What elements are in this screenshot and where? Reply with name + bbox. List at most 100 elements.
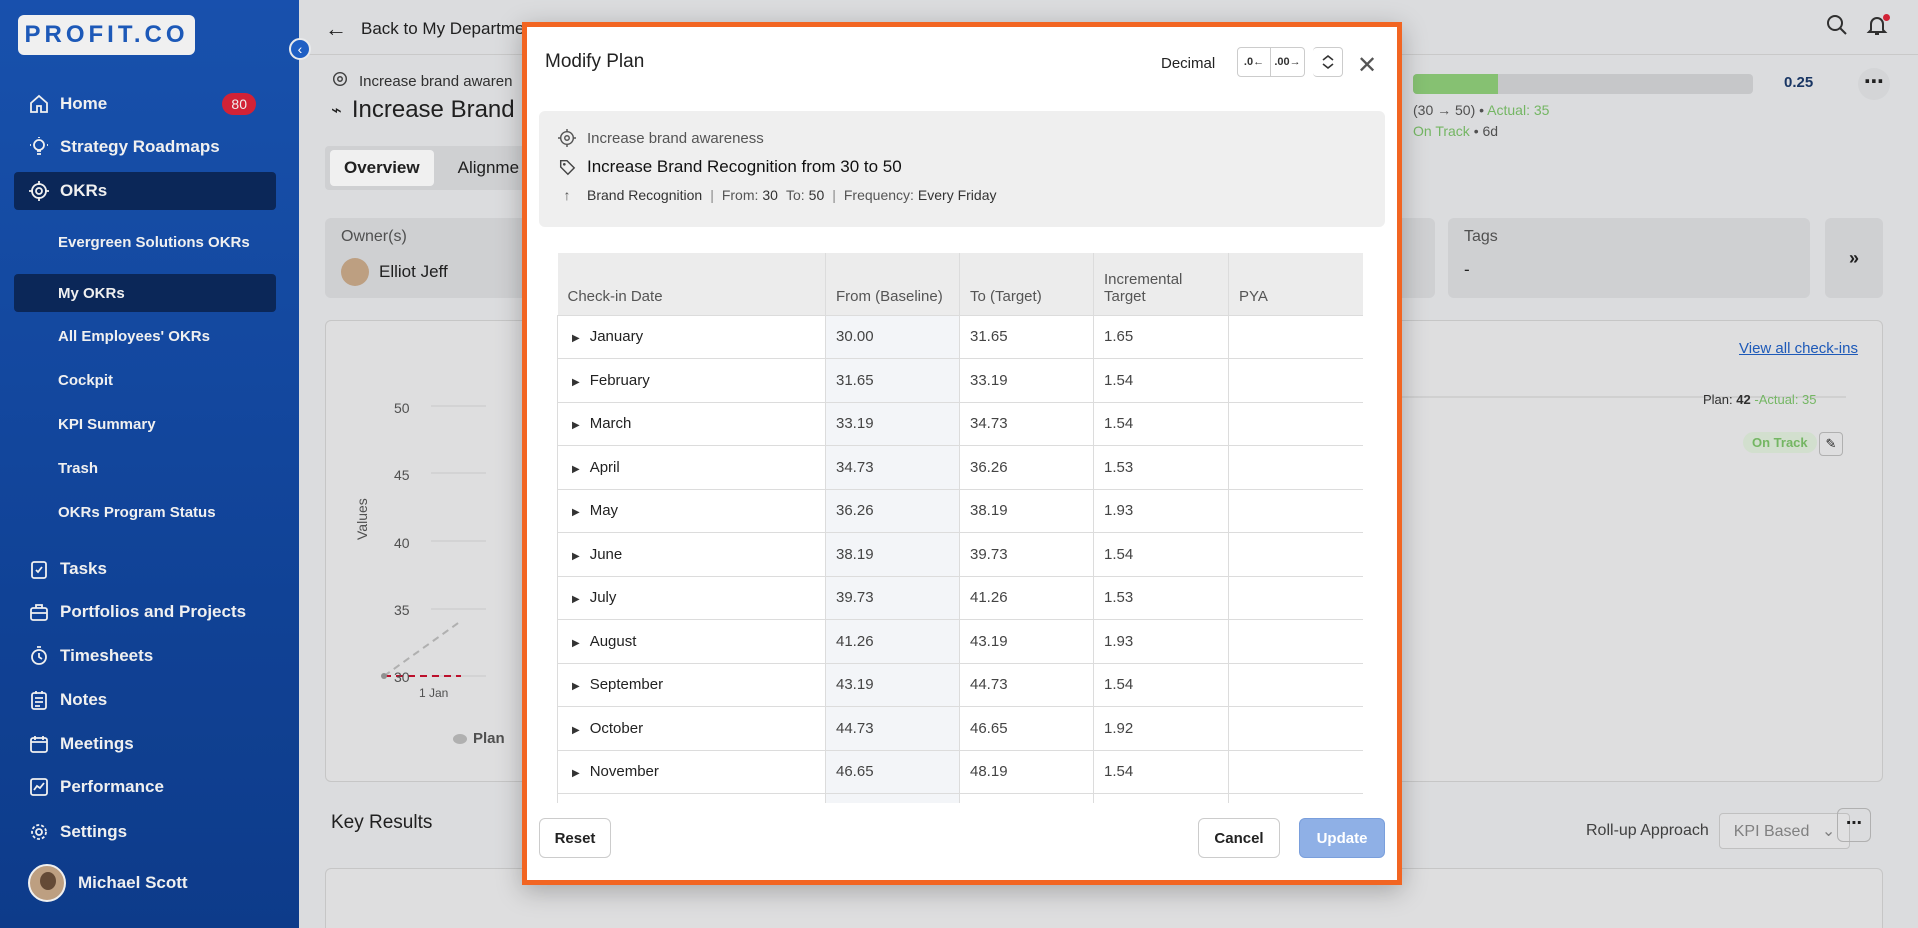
column-header-pya: PYA [1228, 253, 1363, 315]
month-cell[interactable]: ▶ October [557, 706, 826, 751]
month-cell[interactable]: ▶ June [557, 532, 826, 577]
to-target-cell[interactable]: 38.19 [959, 488, 1094, 533]
caret-right-icon[interactable]: ▶ [572, 594, 580, 605]
table-row[interactable]: ▶ November 46.65 48.19 1.54 [557, 749, 1363, 794]
incremental-target-cell[interactable]: 1.54 [1093, 749, 1229, 794]
from-baseline-cell: 34.73 [825, 445, 960, 490]
pya-cell[interactable] [1228, 619, 1363, 664]
key-result-summary: Increase brand awareness Increase Brand … [539, 111, 1385, 227]
month-label: November [589, 763, 659, 781]
from-label: From: [721, 187, 759, 203]
table-row[interactable]: ▶ February 31.65 33.19 1.54 [557, 358, 1363, 403]
pya-cell[interactable] [1228, 445, 1363, 490]
month-cell[interactable]: ▶ August [557, 619, 826, 664]
to-target-cell[interactable]: 48.19 [959, 749, 1094, 794]
table-row[interactable]: ▶ September 43.19 44.73 1.54 [557, 662, 1363, 707]
close-icon[interactable]: ✕ [1357, 51, 1377, 80]
caret-right-icon[interactable]: ▶ [572, 551, 580, 562]
month-label: June [589, 545, 623, 563]
caret-right-icon[interactable]: ▶ [572, 768, 580, 779]
month-label: January [589, 328, 644, 346]
from-baseline-cell: 39.73 [825, 575, 960, 620]
to-target-cell[interactable]: 46.65 [959, 706, 1094, 751]
pya-cell[interactable] [1228, 358, 1363, 403]
column-header-from: From (Baseline) [825, 253, 960, 315]
plan-table-scroll[interactable]: Check-in Date From (Baseline) To (Target… [557, 253, 1363, 803]
decrease-decimal-button[interactable]: .0← [1237, 47, 1271, 77]
caret-right-icon[interactable]: ▶ [572, 464, 580, 475]
incremental-target-cell[interactable]: 1.65 [1093, 314, 1229, 359]
month-label: September [589, 676, 664, 694]
update-button[interactable]: Update [1299, 818, 1385, 858]
to-target-cell[interactable]: 44.73 [959, 662, 1094, 707]
reset-button[interactable]: Reset [539, 818, 611, 858]
caret-right-icon[interactable]: ▶ [572, 420, 580, 431]
month-cell[interactable]: ▶ April [557, 445, 826, 490]
from-baseline-cell: 33.19 [825, 401, 960, 446]
month-cell[interactable]: ▶ March [557, 401, 826, 446]
from-baseline-cell: 46.65 [825, 749, 960, 794]
caret-right-icon[interactable]: ▶ [572, 725, 580, 736]
incremental-target-cell[interactable]: 1.92 [1093, 706, 1229, 751]
table-row[interactable]: ▶ January 30.00 31.65 1.65 [557, 314, 1363, 359]
caret-right-icon[interactable]: ▶ [572, 377, 580, 388]
to-target-cell[interactable]: 34.73 [959, 401, 1094, 446]
arrow-up-icon: ↑ [563, 187, 571, 203]
incremental-target-cell[interactable]: 1.53 [1093, 445, 1229, 490]
incremental-target-cell[interactable]: 1.54 [1093, 358, 1229, 403]
to-target-cell[interactable]: 33.19 [959, 358, 1094, 403]
incremental-target-cell[interactable]: 1.54 [1093, 532, 1229, 577]
month-cell[interactable]: ▶ February [557, 358, 826, 403]
increase-decimal-button[interactable]: .00→ [1271, 47, 1305, 77]
pya-cell[interactable] [1228, 532, 1363, 577]
to-target-cell[interactable]: 39.73 [959, 532, 1094, 577]
summary-objective-text: Increase brand awareness [587, 129, 764, 147]
from-value: 30 [762, 187, 778, 203]
caret-right-icon[interactable]: ▶ [572, 681, 580, 692]
month-cell[interactable]: ▶ January [557, 314, 826, 359]
to-target-cell[interactable]: 43.19 [959, 619, 1094, 664]
table-row[interactable]: ▶ June 38.19 39.73 1.54 [557, 532, 1363, 577]
column-header-to: To (Target) [959, 253, 1094, 315]
from-baseline-cell: 43.19 [825, 662, 960, 707]
to-label: To: [785, 187, 805, 203]
caret-right-icon[interactable]: ▶ [572, 507, 580, 518]
pya-cell[interactable] [1228, 401, 1363, 446]
table-row[interactable]: ▶ May 36.26 38.19 1.93 [557, 488, 1363, 533]
from-baseline-cell: 38.19 [825, 532, 960, 577]
month-label: August [589, 632, 637, 650]
table-row[interactable]: ▶ October 44.73 46.65 1.92 [557, 706, 1363, 751]
cancel-button[interactable]: Cancel [1198, 818, 1280, 858]
incremental-target-cell[interactable]: 1.54 [1093, 662, 1229, 707]
pya-cell[interactable] [1228, 314, 1363, 359]
caret-right-icon[interactable]: ▶ [572, 638, 580, 649]
pya-cell[interactable] [1228, 575, 1363, 620]
table-row[interactable]: ▶ April 34.73 36.26 1.53 [557, 445, 1363, 490]
month-label: March [589, 415, 632, 433]
to-target-cell[interactable]: 41.26 [959, 575, 1094, 620]
table-row[interactable]: ▶ August 41.26 43.19 1.93 [557, 619, 1363, 664]
month-cell[interactable]: ▶ May [557, 488, 826, 533]
frequency-label: Frequency: [843, 187, 914, 203]
table-row[interactable]: ▶ July 39.73 41.26 1.53 [557, 575, 1363, 620]
plan-table: Check-in Date From (Baseline) To (Target… [557, 253, 1363, 803]
pya-cell[interactable] [1228, 749, 1363, 794]
table-row[interactable]: ▶ March 33.19 34.73 1.54 [557, 401, 1363, 446]
collapse-sidebar-button[interactable]: ‹ [289, 38, 311, 60]
pya-cell[interactable] [1228, 662, 1363, 707]
incremental-target-cell[interactable]: 1.93 [1093, 619, 1229, 664]
pya-cell[interactable] [1228, 488, 1363, 533]
decimal-label: Decimal [1161, 55, 1216, 72]
expand-collapse-button[interactable] [1313, 47, 1343, 77]
to-target-cell[interactable]: 36.26 [959, 445, 1094, 490]
incremental-target-cell[interactable]: 1.54 [1093, 401, 1229, 446]
to-target-cell[interactable]: 31.65 [959, 314, 1094, 359]
caret-right-icon[interactable]: ▶ [572, 333, 580, 344]
pya-cell[interactable] [1228, 706, 1363, 751]
incremental-target-cell[interactable]: 1.93 [1093, 488, 1229, 533]
month-cell[interactable]: ▶ September [557, 662, 826, 707]
incremental-target-cell[interactable]: 1.53 [1093, 575, 1229, 620]
month-cell[interactable]: ▶ July [557, 575, 826, 620]
month-cell[interactable]: ▶ November [557, 749, 826, 794]
target-icon [557, 129, 577, 147]
